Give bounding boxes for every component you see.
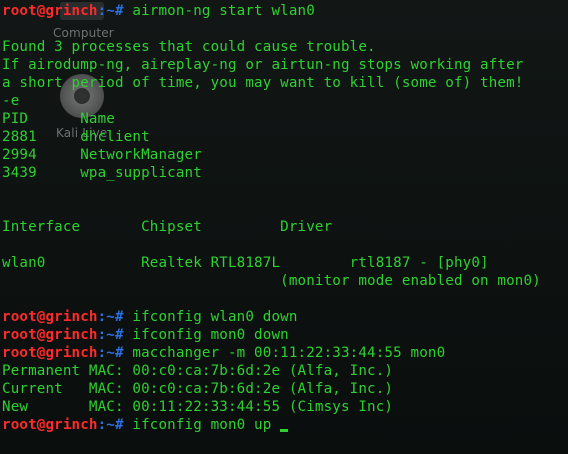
output-line: 3439 wpa_supplicant	[2, 165, 202, 181]
output-line: Found 3 processes that could cause troub…	[2, 39, 376, 55]
prompt-path: :~#	[97, 417, 124, 433]
prompt-user-host: root@grinch	[2, 327, 98, 343]
output-line: wlan0 Realtek RTL8187L rtl8187 - [phy0]	[2, 255, 489, 271]
prompt-line: root@grinch:~# ifconfig mon0 down	[2, 326, 568, 344]
prompt-path: :~#	[97, 3, 124, 19]
prompt-path: :~#	[97, 345, 124, 361]
command-text: macchanger -m 00:11:22:33:44:55 mon0	[123, 345, 446, 361]
output-line: Current MAC: 00:c0:ca:7b:6d:2e (Alfa, In…	[2, 381, 394, 397]
command-text: airmon-ng start wlan0	[123, 3, 315, 19]
prompt-line: root@grinch:~# airmon-ng start wlan0	[2, 2, 568, 20]
prompt-user-host: root@grinch	[2, 309, 98, 325]
terminal-output: root@grinch:~# airmon-ng start wlan0 Foun…	[2, 2, 568, 434]
output-line: Permanent MAC: 00:c0:ca:7b:6d:2e (Alfa, …	[2, 363, 394, 379]
output-line: 2881 dhclient	[2, 129, 150, 145]
terminal-window[interactable]: Computer Kali Live root@grinch:~# airmon…	[0, 0, 568, 454]
output-line: a short period of time, you may want to …	[2, 75, 524, 91]
prompt-line: root@grinch:~# ifconfig mon0 up	[2, 416, 568, 434]
prompt-path: :~#	[97, 327, 124, 343]
command-text: ifconfig mon0 up	[123, 417, 272, 433]
prompt-user-host: root@grinch	[2, 345, 98, 361]
output-line: (monitor mode enabled on mon0)	[2, 273, 541, 289]
command-text: ifconfig wlan0 down	[123, 309, 298, 325]
output-line: -e	[2, 93, 20, 109]
output-line: PID Name	[2, 111, 115, 127]
text-cursor	[280, 429, 289, 432]
output-line: Interface Chipset Driver	[2, 219, 333, 235]
prompt-path: :~#	[97, 309, 124, 325]
output-line: New MAC: 00:11:22:33:44:55 (Cimsys Inc)	[2, 399, 394, 415]
output-line: If airodump-ng, aireplay-ng or airtun-ng…	[2, 57, 524, 73]
prompt-user-host: root@grinch	[2, 417, 98, 433]
prompt-user-host: root@grinch	[2, 3, 98, 19]
command-text: ifconfig mon0 down	[123, 327, 289, 343]
prompt-line: root@grinch:~# macchanger -m 00:11:22:33…	[2, 344, 568, 362]
output-line: 2994 NetworkManager	[2, 147, 202, 163]
prompt-line: root@grinch:~# ifconfig wlan0 down	[2, 308, 568, 326]
